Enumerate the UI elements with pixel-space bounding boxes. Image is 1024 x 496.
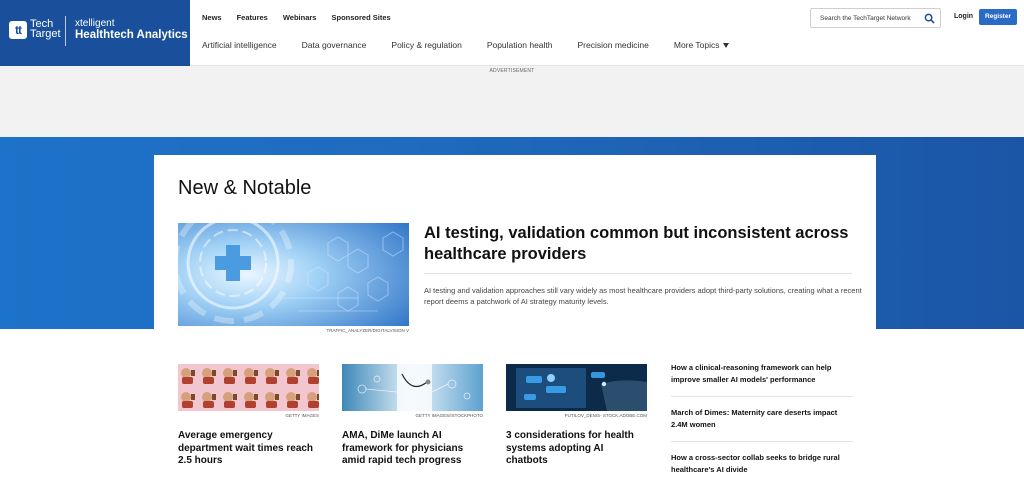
side-story-link[interactable]: How a cross-sector collab seeks to bridg…: [671, 452, 853, 486]
site-name: Healthtech Analytics: [75, 29, 188, 41]
login-link[interactable]: Login: [954, 13, 973, 20]
hero-divider: [424, 273, 852, 274]
story-image-credit: GETTY IMAGES: [285, 413, 319, 418]
nav-sponsored-sites[interactable]: Sponsored Sites: [331, 13, 390, 22]
hero-image-credit: TRAFFIC_ANALYZER/DIGITALVISION V: [326, 328, 409, 333]
nav-features[interactable]: Features: [237, 13, 268, 22]
register-button[interactable]: Register: [979, 9, 1017, 25]
topic-ai[interactable]: Artificial intelligence: [202, 40, 277, 50]
story-card[interactable]: GETTY IMAGES Average emergency departmen…: [178, 364, 319, 468]
nav-webinars[interactable]: Webinars: [283, 13, 317, 22]
wait-room-illustration: [178, 364, 319, 411]
ad-band: ADVERTISEMENT: [0, 66, 1024, 137]
xtelligent-label: xtelligent: [75, 18, 115, 29]
brand-divider: [65, 16, 66, 46]
section-title: New & Notable: [178, 177, 312, 199]
chatbot-illustration: [506, 364, 647, 411]
side-story-link[interactable]: March of Dimes: Maternity care deserts i…: [671, 407, 853, 442]
medical-cross-illustration: [178, 223, 409, 326]
hero-headline[interactable]: AI testing, validation common but incons…: [424, 223, 854, 265]
story-card[interactable]: PUTILOV_DENIS- STOCK.ADOBE.COM 3 conside…: [506, 364, 647, 468]
topic-data-governance[interactable]: Data governance: [302, 40, 367, 50]
topic-precision-medicine[interactable]: Precision medicine: [578, 40, 649, 50]
story-image-credit: PUTILOV_DENIS- STOCK.ADOBE.COM: [564, 413, 647, 418]
techtarget-logo-icon: tt: [9, 21, 27, 39]
story-headline[interactable]: Average emergency department wait times …: [178, 430, 319, 468]
story-image[interactable]: [342, 364, 483, 411]
techtarget-wordmark: Tech Target: [30, 18, 61, 40]
story-image-credit: GETTY IMAGES/ISTOCKPHOTO: [415, 413, 483, 418]
brand-block[interactable]: tt Tech Target xtelligent Healthtech Ana…: [0, 0, 190, 66]
story-headline[interactable]: 3 considerations for health systems adop…: [506, 430, 647, 468]
nav-news[interactable]: News: [202, 13, 222, 22]
more-topics-dropdown[interactable]: More Topics: [674, 40, 729, 50]
advertisement-label: ADVERTISEMENT: [489, 68, 535, 74]
side-story-list: How a clinical-reasoning framework can h…: [671, 362, 853, 496]
side-story-link[interactable]: How a clinical-reasoning framework can h…: [671, 362, 853, 397]
story-image[interactable]: [506, 364, 647, 411]
topic-policy[interactable]: Policy & regulation: [391, 40, 461, 50]
hero-image[interactable]: [178, 223, 409, 326]
topic-population-health[interactable]: Population health: [487, 40, 553, 50]
doctor-tablet-illustration: [342, 364, 483, 411]
story-card[interactable]: GETTY IMAGES/ISTOCKPHOTO AMA, DiMe launc…: [342, 364, 483, 468]
new-notable-panel: New & Notable TRAFFIC_ANALYZER/DIGITALVI…: [154, 155, 876, 345]
hero-summary: AI testing and validation approaches sti…: [424, 286, 862, 306]
caret-down-icon: [722, 42, 729, 48]
site-header: tt Tech Target xtelligent Healthtech Ana…: [0, 0, 1024, 66]
search-input[interactable]: Search the TechTarget Network: [810, 8, 941, 28]
search-placeholder: Search the TechTarget Network: [820, 15, 911, 22]
topic-nav: Artificial intelligence Data governance …: [202, 40, 754, 50]
story-headline[interactable]: AMA, DiMe launch AI framework for physic…: [342, 430, 483, 468]
top-nav: News Features Webinars Sponsored Sites: [202, 13, 391, 22]
story-image[interactable]: [178, 364, 319, 411]
search-icon[interactable]: [924, 13, 935, 24]
